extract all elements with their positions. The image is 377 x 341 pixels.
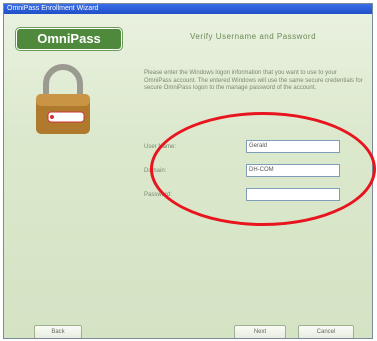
next-button[interactable]: Next bbox=[234, 325, 286, 338]
back-button[interactable]: Back bbox=[34, 325, 82, 338]
title-bar: OmniPass Enrollment Wizard bbox=[4, 4, 372, 14]
highlight-ellipse bbox=[150, 112, 376, 226]
omnipass-logo: OmniPass bbox=[16, 28, 122, 50]
page-title: Verify Username and Password bbox=[189, 32, 317, 41]
cancel-button[interactable]: Cancel bbox=[298, 325, 354, 338]
padlock-icon bbox=[36, 64, 90, 134]
instructions-text: Please enter the Windows logon informati… bbox=[144, 70, 363, 91]
